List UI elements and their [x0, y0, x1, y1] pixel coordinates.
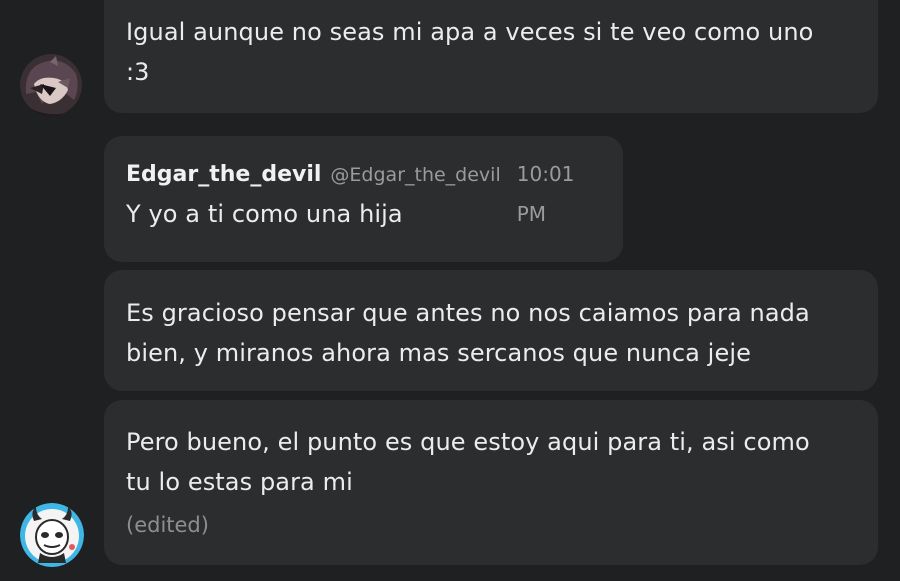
message-header: Edgar_the_devil @Edgar_the_devil 10:01 P…: [126, 154, 601, 226]
anime-character-avatar-icon: [20, 54, 82, 116]
message-text: Pero bueno, el punto es que estoy aqui p…: [126, 428, 810, 496]
message-bubble[interactable]: Igual aunque no seas mi apa a veces si t…: [104, 0, 878, 113]
user-avatar[interactable]: [20, 503, 84, 567]
message-text: Igual aunque no seas mi apa a veces si t…: [126, 18, 814, 86]
author-handle[interactable]: @Edgar_the_devil: [330, 155, 500, 195]
message-timestamp: 10:01 PM: [516, 162, 575, 226]
message-bubble[interactable]: Edgar_the_devil @Edgar_the_devil 10:01 P…: [104, 136, 623, 262]
message-text: Es gracioso pensar que antes no nos caia…: [126, 299, 810, 367]
chat-thread: Igual aunque no seas mi apa a veces si t…: [0, 0, 900, 581]
author-name[interactable]: Edgar_the_devil: [126, 155, 321, 195]
edited-label: (edited): [126, 513, 209, 537]
user-avatar[interactable]: [20, 54, 82, 116]
cartoon-devil-avatar-icon: [20, 503, 84, 567]
message-bubble[interactable]: Es gracioso pensar que antes no nos caia…: [104, 270, 878, 391]
message-bubble[interactable]: Pero bueno, el punto es que estoy aqui p…: [104, 400, 878, 565]
